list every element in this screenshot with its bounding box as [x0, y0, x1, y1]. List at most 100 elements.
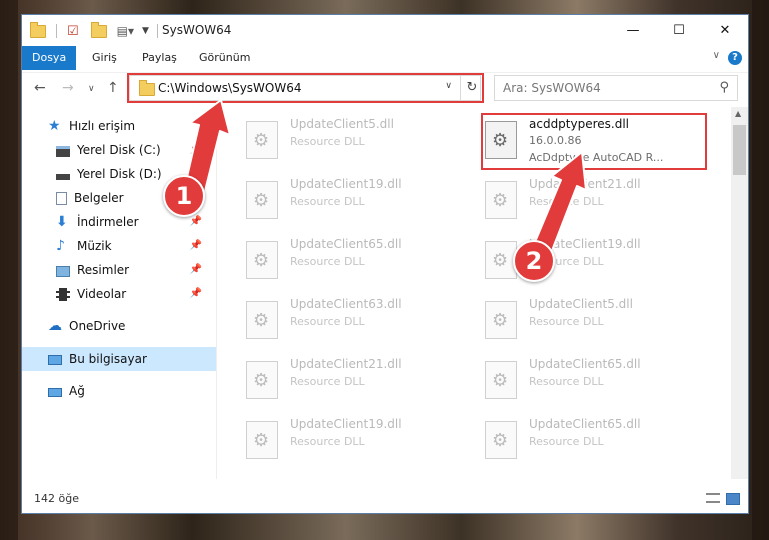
up-arrow-icon[interactable]: ↑	[107, 80, 119, 96]
file-name: UpdateClient5.dll	[529, 297, 633, 311]
file-type: Resource DLL	[529, 435, 604, 448]
customize-toolbar-icon[interactable]: ▤▾	[117, 24, 134, 38]
sidebar-item-local-disk-c[interactable]: Yerel Disk (C:) 📌	[56, 139, 208, 161]
dll-file-icon	[246, 301, 278, 339]
title-bar: ☑ ▤▾ ▼ SysWOW64 — ☐ ✕	[22, 15, 748, 47]
file-item[interactable]: UpdateClient65.dll Resource DLL	[483, 415, 708, 465]
pin-icon[interactable]: 📌	[190, 259, 202, 281]
navigation-pane: ★ Hızlı erişim Yerel Disk (C:) 📌 Yerel D…	[22, 107, 216, 479]
vertical-scrollbar[interactable]: ▲	[731, 107, 748, 479]
file-item[interactable]: UpdateClient5.dll Resource DLL	[483, 295, 708, 345]
tab-file[interactable]: Dosya	[22, 46, 77, 70]
sidebar-item-onedrive[interactable]: ☁ OneDrive	[48, 315, 208, 337]
search-icon[interactable]: ⚲	[719, 80, 729, 95]
file-name: UpdateClient5.dll	[290, 117, 394, 131]
drive-icon	[56, 173, 70, 180]
file-name: UpdateClient65.dll	[529, 417, 641, 431]
separator	[56, 24, 57, 38]
ribbon-tabs: Dosya Giriş Paylaş Görünüm ∨ ?	[22, 46, 748, 70]
scrollbar-thumb[interactable]	[733, 125, 746, 175]
pin-icon[interactable]: 📌	[190, 235, 202, 257]
sidebar-item-label: Yerel Disk (C:)	[77, 143, 161, 157]
file-item[interactable]: UpdateClient21.dll Resource DLL	[483, 175, 708, 225]
sidebar-item-label: Müzik	[77, 239, 112, 253]
dll-file-icon	[485, 421, 517, 459]
file-item[interactable]: UpdateClient5.dll Resource DLL	[244, 115, 469, 165]
file-type: Resource DLL	[290, 315, 365, 328]
properties-icon[interactable]: ☑	[67, 24, 79, 39]
expand-ribbon-icon[interactable]: ∨	[713, 50, 720, 61]
search-input[interactable]: Ara: SysWOW64	[503, 81, 601, 95]
sidebar-item-this-pc[interactable]: Bu bilgisayar	[48, 348, 208, 370]
file-name: UpdateClient65.dll	[290, 237, 402, 251]
sidebar-item-label: Videolar	[77, 287, 127, 301]
file-type: Resource DLL	[290, 375, 365, 388]
minimize-button[interactable]: —	[610, 15, 656, 45]
file-item[interactable]: UpdateClient65.dll Resource DLL	[483, 355, 708, 405]
music-icon: ♪	[56, 238, 65, 254]
file-name: UpdateClient21.dll	[529, 177, 641, 191]
help-icon[interactable]: ?	[728, 51, 742, 65]
navigation-bar: ← → ∨ ↑ C:\Windows\SysWOW64 ∨ ↻ Ara: Sys…	[22, 72, 748, 105]
separator	[156, 24, 158, 38]
background-tree	[0, 0, 18, 540]
address-highlight-box	[127, 73, 484, 103]
search-box[interactable]: Ara: SysWOW64 ⚲	[494, 75, 738, 101]
tab-view[interactable]: Görünüm	[199, 46, 250, 70]
sidebar-item-pictures[interactable]: Resimler 📌	[56, 259, 208, 281]
star-icon: ★	[48, 118, 61, 134]
file-item[interactable]: UpdateClient65.dll Resource DLL	[244, 235, 469, 285]
file-item[interactable]: UpdateClient63.dll Resource DLL	[244, 295, 469, 345]
file-name: UpdateClient63.dll	[290, 297, 402, 311]
tab-home[interactable]: Giriş	[92, 46, 117, 70]
explorer-window: ☑ ▤▾ ▼ SysWOW64 — ☐ ✕ Dosya Giriş Paylaş…	[21, 14, 749, 514]
details-view-icon[interactable]	[706, 493, 720, 503]
window-title: SysWOW64	[162, 23, 232, 37]
large-icons-view-icon[interactable]	[726, 493, 740, 505]
sidebar-item-label: İndirmeler	[77, 215, 139, 229]
recent-locations-icon[interactable]: ∨	[88, 84, 95, 94]
sidebar-item-music[interactable]: ♪ Müzik 📌	[56, 235, 208, 257]
file-name: UpdateClient65.dll	[529, 357, 641, 371]
file-item[interactable]: UpdateClient21.dll Resource DLL	[244, 355, 469, 405]
file-type: Resource DLL	[290, 135, 365, 148]
pane-divider[interactable]	[216, 107, 217, 479]
forward-arrow-icon[interactable]: →	[62, 80, 74, 96]
file-name: UpdateClient21.dll	[290, 357, 402, 371]
pictures-icon	[56, 265, 70, 277]
sidebar-item-videos[interactable]: Videolar 📌	[56, 283, 208, 305]
close-button[interactable]: ✕	[702, 15, 748, 45]
dll-file-icon	[246, 361, 278, 399]
new-folder-icon[interactable]	[90, 21, 107, 38]
dll-file-icon	[246, 241, 278, 279]
file-item[interactable]: UpdateClient19.dll Resource DLL	[244, 415, 469, 465]
background-tree	[752, 0, 769, 540]
sidebar-item-label: Resimler	[77, 263, 130, 277]
sidebar-item-quick-access[interactable]: ★ Hızlı erişim	[48, 115, 208, 137]
sidebar-item-label: Bu bilgisayar	[69, 352, 147, 366]
file-item[interactable]: UpdateClient19.dll Resource DLL	[244, 175, 469, 225]
dll-file-icon	[246, 421, 278, 459]
file-highlight-box	[481, 113, 707, 170]
documents-icon	[56, 191, 67, 205]
file-type: Resource DLL	[290, 255, 365, 268]
toolbar-dropdown-icon[interactable]: ▼	[142, 26, 149, 36]
file-type: Resource DLL	[290, 435, 365, 448]
status-bar: 142 öğe	[22, 485, 748, 513]
file-name: UpdateClient19.dll	[290, 177, 402, 191]
network-icon	[48, 387, 62, 397]
file-type: Resource DLL	[529, 375, 604, 388]
file-name: UpdateClient19.dll	[290, 417, 402, 431]
sidebar-item-label: Yerel Disk (D:)	[77, 167, 162, 181]
maximize-button[interactable]: ☐	[656, 15, 702, 45]
pin-icon[interactable]: 📌	[190, 139, 202, 161]
step-2-badge: 2	[513, 240, 555, 282]
dll-file-icon	[246, 121, 278, 159]
pin-icon[interactable]: 📌	[190, 283, 202, 305]
sidebar-item-network[interactable]: Ağ	[48, 380, 208, 402]
back-arrow-icon[interactable]: ←	[34, 80, 46, 96]
scroll-up-icon[interactable]: ▲	[735, 109, 741, 118]
sidebar-item-label: Ağ	[69, 384, 85, 398]
step-1-badge: 1	[163, 175, 205, 217]
tab-share[interactable]: Paylaş	[142, 46, 177, 70]
